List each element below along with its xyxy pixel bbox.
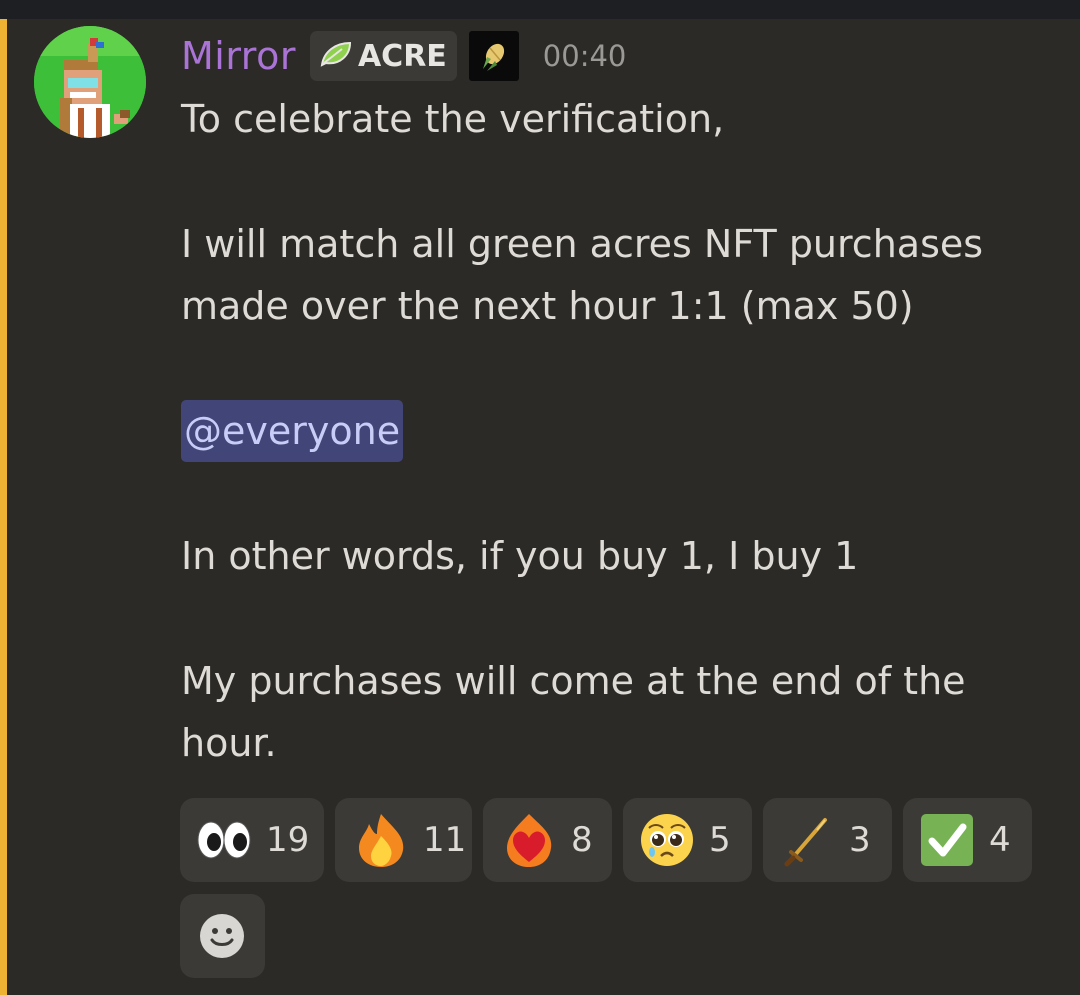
message-line: In other words, if you buy 1, I buy 1: [181, 534, 859, 578]
reaction-count: 8: [571, 820, 593, 860]
reaction-count: 4: [989, 820, 1011, 860]
message-line: I will match all green acres NFT purchas…: [181, 222, 984, 328]
reaction-count: 5: [709, 820, 731, 860]
corn-badge-icon[interactable]: [468, 31, 519, 81]
message-line: To celebrate the verification,: [181, 97, 725, 141]
reaction-count: 19: [266, 820, 310, 860]
reaction-eyes[interactable]: 19: [180, 798, 324, 882]
reaction-check[interactable]: 4: [903, 798, 1032, 882]
reaction-pleading[interactable]: 5: [623, 798, 752, 882]
leaf-icon: [320, 41, 352, 71]
reaction-sword[interactable]: 3: [763, 798, 892, 882]
timestamp: 00:40: [542, 39, 627, 73]
role-tag[interactable]: ACRE: [309, 31, 457, 81]
reaction-fire[interactable]: 11: [335, 798, 472, 882]
heart-on-fire-icon: [499, 810, 559, 870]
sword-icon: [777, 810, 837, 870]
highlight-accent-bar: [0, 19, 7, 995]
message-header: Mirror ACRE 00:40: [181, 30, 626, 82]
add-reaction-button[interactable]: [180, 894, 265, 978]
username[interactable]: Mirror: [181, 34, 296, 78]
reaction-heart-on-fire[interactable]: 8: [483, 798, 612, 882]
role-tag-label: ACRE: [357, 38, 447, 74]
eyes-icon: [194, 810, 254, 870]
check-mark-icon: [917, 810, 977, 870]
avatar[interactable]: [34, 26, 146, 138]
top-bar: [0, 0, 1080, 19]
pleading-face-icon: [637, 810, 697, 870]
reaction-count: 3: [849, 820, 871, 860]
mention-everyone[interactable]: @everyone: [181, 400, 404, 462]
message-content: To celebrate the verification, I will ma…: [181, 88, 1061, 774]
reaction-count: 11: [423, 820, 467, 860]
add-reaction-icon: [192, 906, 252, 966]
fire-icon: [351, 810, 411, 870]
message-line: My purchases will come at the end of the…: [181, 659, 966, 765]
